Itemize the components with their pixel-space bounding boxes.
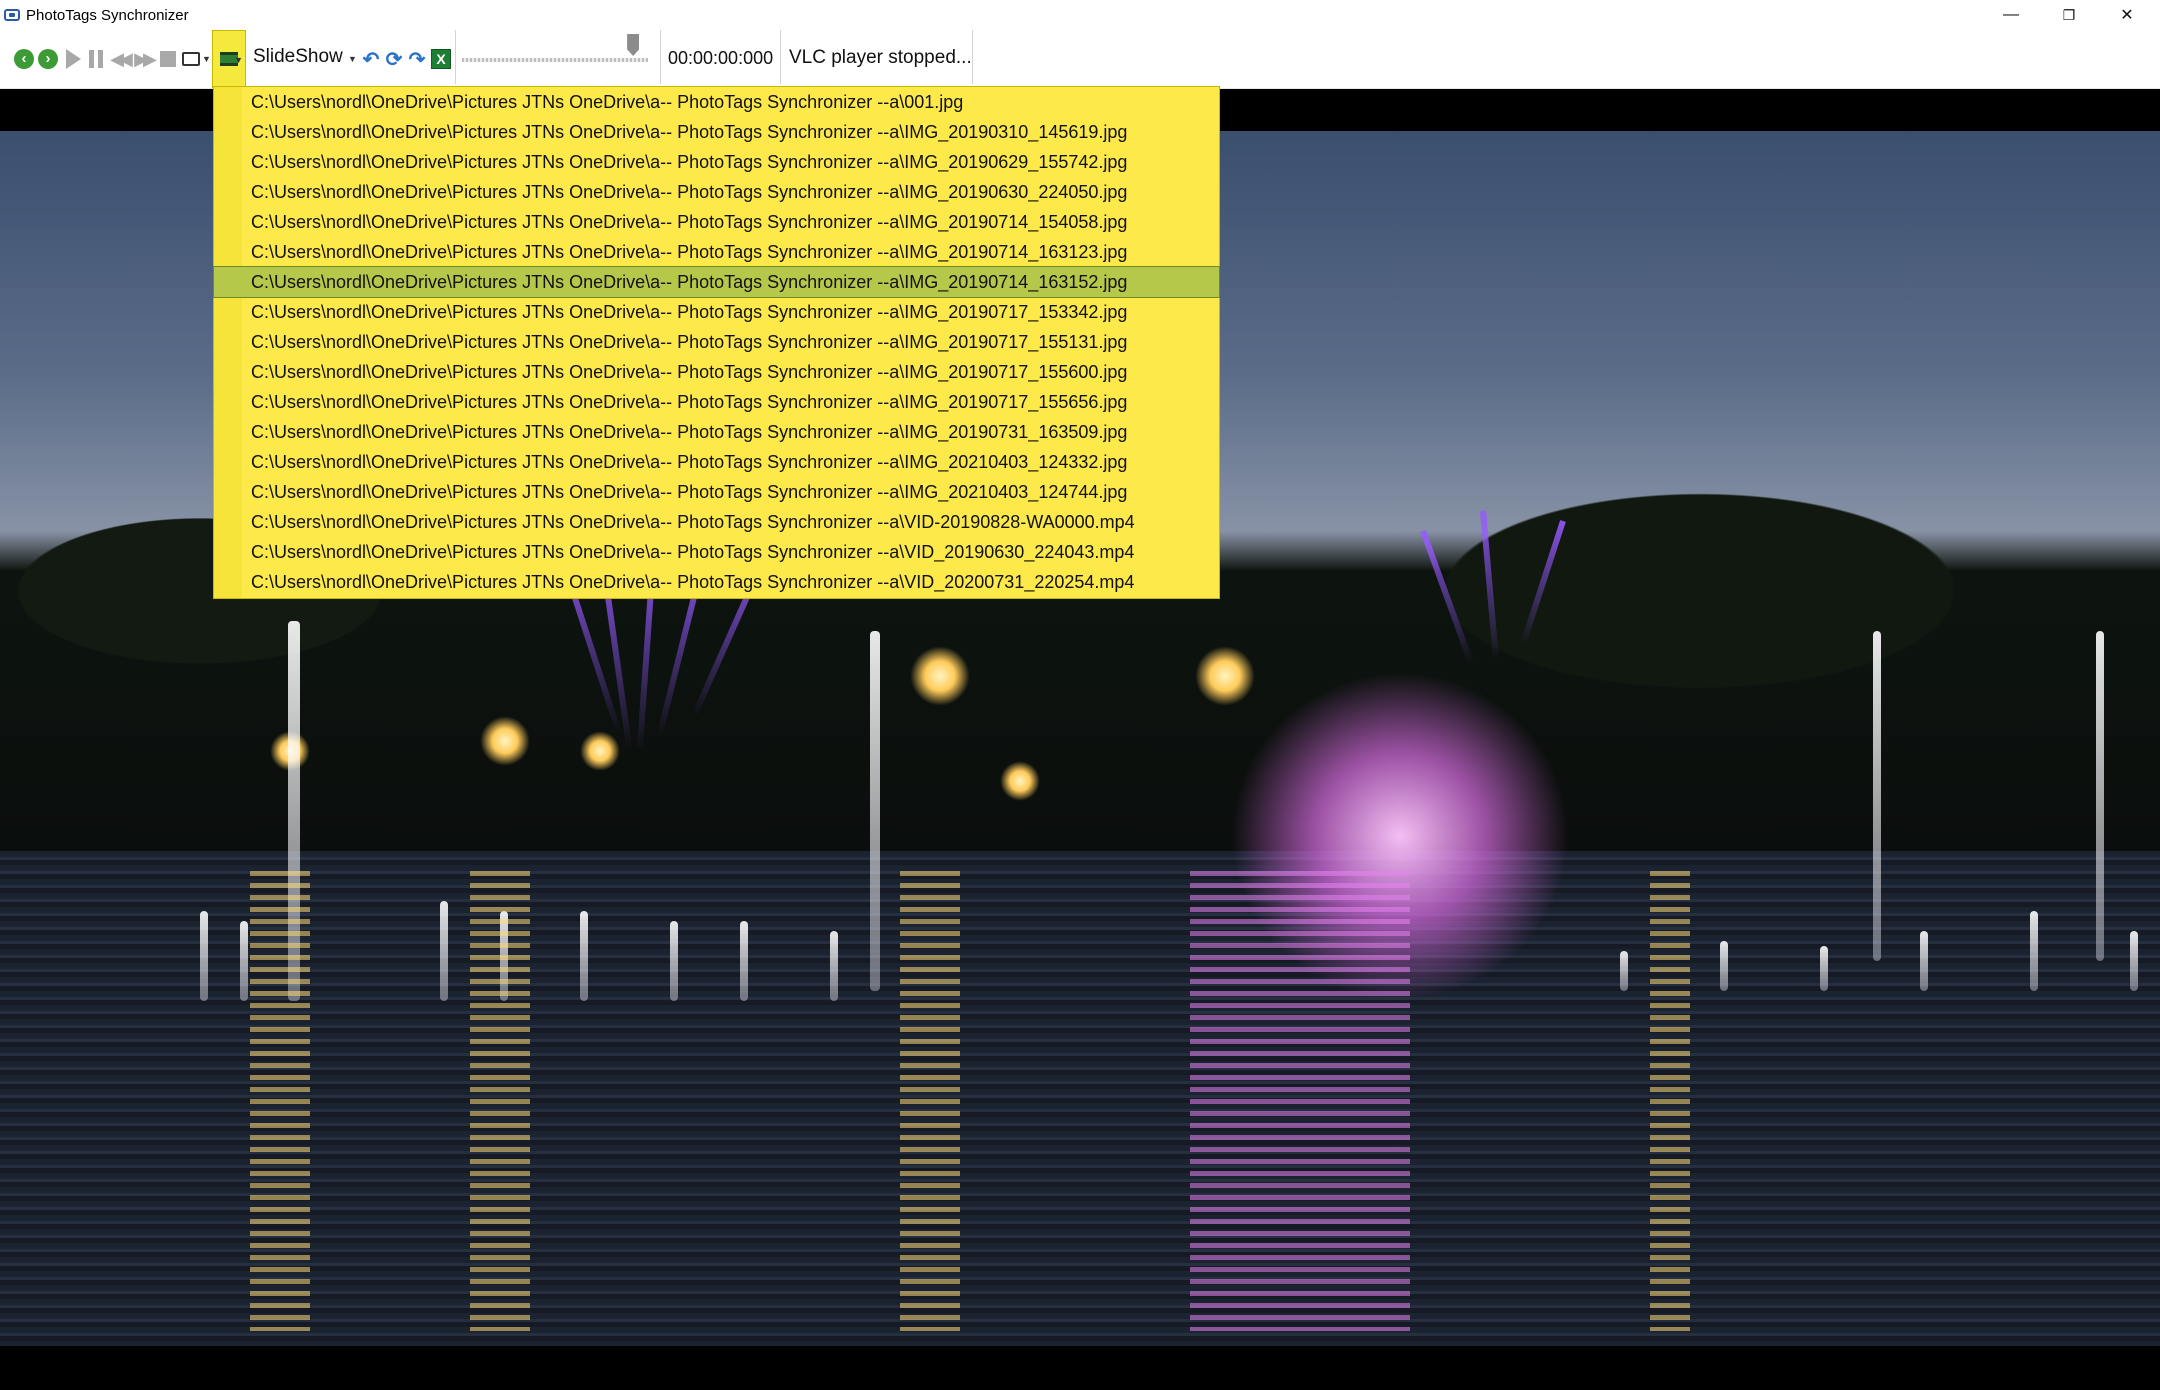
fountain-jet [2096,631,2104,961]
fountain-jet [580,911,588,1001]
back-green-icon[interactable]: ‹ [13,48,35,70]
playlist-item[interactable]: C:\Users\nordl\OneDrive\Pictures JTNs On… [214,237,1219,267]
street-light [580,731,620,771]
fountain-jet [1873,631,1881,961]
playlist-item[interactable]: C:\Users\nordl\OneDrive\Pictures JTNs On… [214,537,1219,567]
fountain-jet [870,631,880,991]
lake-water [0,851,2160,1346]
forward-green-icon[interactable]: › [37,48,59,70]
street-light [1195,646,1255,706]
playlist-dropdown-caret: ▼ [234,55,243,65]
light-reflection [1650,871,1690,1331]
restore-button[interactable]: ❐ [2039,0,2099,30]
cast-dropdown-caret[interactable]: ▼ [202,54,211,64]
playlist-item[interactable]: C:\Users\nordl\OneDrive\Pictures JTNs On… [213,266,1220,298]
slideshow-dropdown-caret[interactable]: ▼ [348,54,357,64]
app-icon [4,9,20,21]
toolbar-separator [972,30,973,84]
playlist-item[interactable]: C:\Users\nordl\OneDrive\Pictures JTNs On… [214,357,1219,387]
playlist-item[interactable]: C:\Users\nordl\OneDrive\Pictures JTNs On… [214,147,1219,177]
playlist-item[interactable]: C:\Users\nordl\OneDrive\Pictures JTNs On… [214,297,1219,327]
street-light [1000,761,1040,801]
street-light [910,646,970,706]
playlist-dropdown: C:\Users\nordl\OneDrive\Pictures JTNs On… [213,86,1220,599]
playlist-item[interactable]: C:\Users\nordl\OneDrive\Pictures JTNs On… [214,87,1219,117]
toolbar-separator [660,30,661,84]
playlist-item[interactable]: C:\Users\nordl\OneDrive\Pictures JTNs On… [214,417,1219,447]
playlist-item[interactable]: C:\Users\nordl\OneDrive\Pictures JTNs On… [214,477,1219,507]
fountain-jet [2130,931,2138,991]
rewind-icon[interactable]: ◀◀ [108,48,133,70]
fast-forward-icon[interactable]: ▶▶ [132,48,157,70]
rotate-left-icon[interactable]: ↶ [360,48,382,71]
fountain-jet [2030,911,2038,991]
fountain-jet [1920,931,1928,991]
playlist-item[interactable]: C:\Users\nordl\OneDrive\Pictures JTNs On… [214,117,1219,147]
light-reflection [470,871,530,1331]
light-reflection [250,871,310,1331]
cast-icon[interactable] [180,48,202,70]
refresh-icon[interactable]: ⟳ [383,48,405,71]
excel-icon[interactable]: X [430,48,452,70]
title-bar: PhotoTags Synchronizer — ❐ ✕ [0,0,2160,30]
fountain-jet [670,921,678,1001]
playlist-item[interactable]: C:\Users\nordl\OneDrive\Pictures JTNs On… [214,567,1219,597]
time-display: 00:00:00:000 [668,48,774,68]
pause-icon[interactable] [85,48,107,70]
slideshow-label[interactable]: SlideShow [253,46,343,68]
player-status: VLC player stopped... [789,47,972,68]
fountain-jet [1720,941,1728,991]
play-icon[interactable] [62,48,84,70]
seek-bar[interactable] [462,58,648,62]
playlist-item[interactable]: C:\Users\nordl\OneDrive\Pictures JTNs On… [214,507,1219,537]
street-light [480,716,530,766]
playlist-item[interactable]: C:\Users\nordl\OneDrive\Pictures JTNs On… [214,387,1219,417]
light-reflection [1190,871,1410,1331]
playlist-item[interactable]: C:\Users\nordl\OneDrive\Pictures JTNs On… [214,447,1219,477]
playlist-item[interactable]: C:\Users\nordl\OneDrive\Pictures JTNs On… [214,207,1219,237]
light-reflection [900,871,960,1331]
close-button[interactable]: ✕ [2097,0,2157,30]
stop-icon[interactable] [157,48,179,70]
fountain-jet [830,931,838,1001]
fountain-jet [1620,951,1628,991]
fountain-jet [740,921,748,1001]
playlist-item[interactable]: C:\Users\nordl\OneDrive\Pictures JTNs On… [214,177,1219,207]
toolbar-separator [455,30,456,84]
playlist-button[interactable]: ▼ [212,30,246,88]
rotate-right-icon[interactable]: ↷ [406,48,428,71]
playlist-item[interactable]: C:\Users\nordl\OneDrive\Pictures JTNs On… [214,327,1219,357]
fountain-jet [200,911,208,1001]
fountain-jet [1820,946,1828,991]
fountain-jet [240,921,248,1001]
window-title: PhotoTags Synchronizer [26,6,189,24]
minimize-button[interactable]: — [1981,0,2041,30]
toolbar-separator [780,30,781,84]
fountain-jet [440,901,448,1001]
